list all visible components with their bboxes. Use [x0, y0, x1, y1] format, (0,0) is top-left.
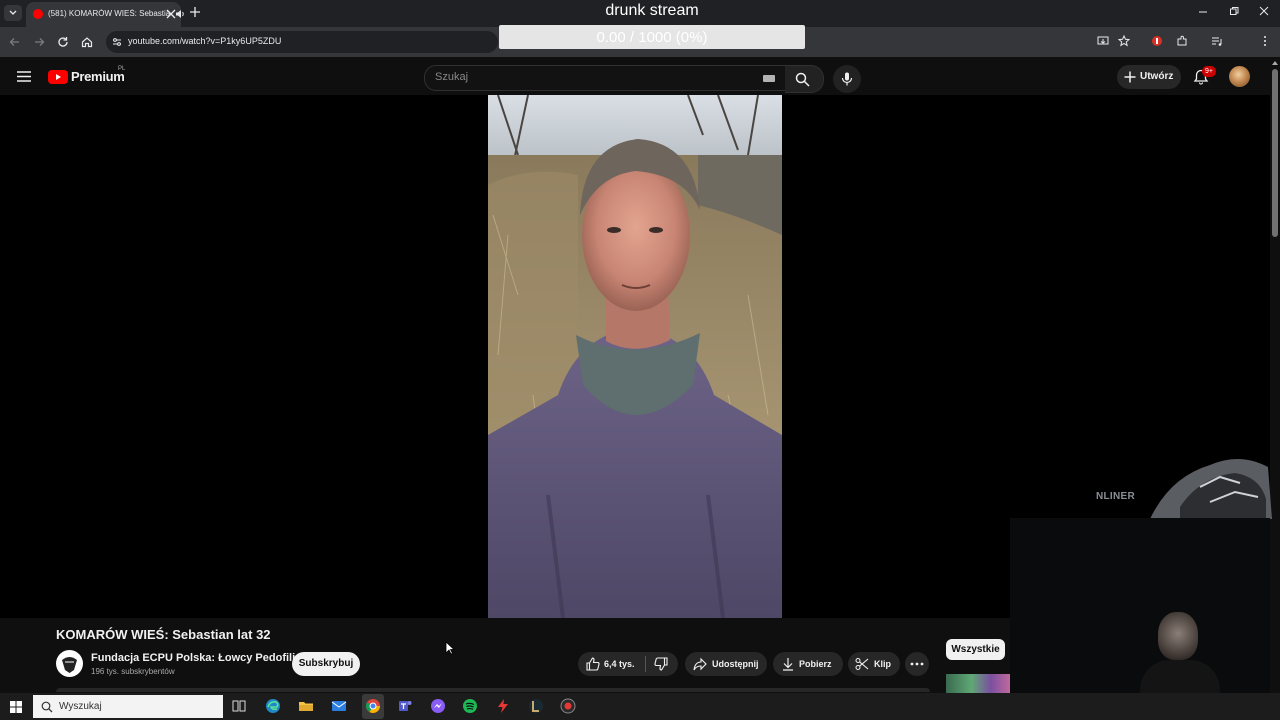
donation-progress-bar: 0.00 / 1000 (0%): [499, 25, 805, 49]
hamburger-menu-icon[interactable]: [17, 71, 31, 82]
like-dislike-group: 6,4 tys.: [578, 652, 678, 676]
scissors-icon: [855, 658, 869, 670]
description-box[interactable]: [56, 688, 930, 692]
extensions-puzzle-icon[interactable]: [1176, 35, 1188, 47]
webcam-person-face: [1158, 612, 1198, 660]
video-title: KOMARÓW WIEŚ: Sebastian lat 32: [56, 627, 271, 642]
edge-icon[interactable]: [265, 698, 281, 714]
channel-name[interactable]: Fundacja ECPU Polska: Łowcy Pedofili: [91, 652, 295, 664]
messenger-icon[interactable]: [430, 698, 446, 714]
notification-badge: 9+: [1202, 66, 1216, 77]
search-icon: [795, 72, 810, 87]
recommended-video-thumbnail[interactable]: [946, 674, 1010, 693]
account-avatar[interactable]: [1229, 66, 1250, 87]
channel-avatar[interactable]: [56, 650, 83, 677]
mouse-cursor-icon: [445, 641, 455, 655]
subscribe-button[interactable]: Subskrybuj: [292, 652, 360, 676]
search-input[interactable]: Szukaj: [424, 65, 786, 91]
bolt-app-icon[interactable]: [495, 698, 511, 714]
youtube-premium-logo[interactable]: Premium PL: [48, 66, 126, 84]
extension-red-icon[interactable]: [1151, 35, 1163, 47]
create-label: Utwórz: [1140, 71, 1174, 82]
plus-icon: [1124, 71, 1136, 83]
create-button[interactable]: Utwórz: [1117, 65, 1181, 89]
site-info-icon[interactable]: [112, 37, 122, 47]
home-icon[interactable]: [81, 36, 93, 48]
channel-logo-icon: [57, 651, 82, 676]
logo-text: Premium: [71, 69, 125, 84]
microphone-icon: [841, 72, 853, 86]
windows-taskbar: Wyszukaj: [0, 693, 1280, 720]
mail-icon[interactable]: [331, 698, 347, 714]
stream-overlay-art: [1150, 458, 1272, 519]
scroll-up-arrow-icon[interactable]: [1272, 61, 1278, 65]
taskbar-search-placeholder: Wyszukaj: [59, 701, 102, 712]
league-icon[interactable]: [528, 698, 544, 714]
chrome-icon[interactable]: [365, 698, 381, 714]
game-launcher-icon[interactable]: [560, 698, 576, 714]
task-view-icon[interactable]: [231, 698, 247, 714]
clip-label: Klip: [874, 659, 891, 669]
download-icon: [783, 658, 793, 671]
like-count[interactable]: 6,4 tys.: [604, 659, 635, 669]
page-scrollbar[interactable]: [1270, 57, 1280, 690]
more-actions-button[interactable]: [905, 652, 929, 676]
voice-search-button[interactable]: [833, 65, 861, 93]
browser-tab-active[interactable]: (581) KOMARÓW WIEŚ: Sebastian lat 32: [26, 2, 184, 27]
youtube-favicon-icon: [33, 9, 43, 19]
scrollbar-thumb[interactable]: [1272, 69, 1278, 237]
windows-start-icon[interactable]: [10, 701, 22, 713]
search-button[interactable]: [785, 65, 824, 93]
tab-title: (581) KOMARÓW WIEŚ: Sebastian lat 32: [48, 9, 170, 18]
media-controls-icon[interactable]: [1211, 35, 1223, 47]
install-app-icon[interactable]: [1097, 35, 1109, 47]
share-arrow-icon: [693, 657, 707, 671]
more-horiz-icon: [910, 662, 924, 666]
country-code: PL: [118, 66, 126, 72]
forward-arrow-icon[interactable]: [33, 36, 45, 48]
spotify-icon[interactable]: [462, 698, 478, 714]
youtube-masthead: Premium PL Szukaj Utwórz 9+: [0, 57, 1270, 95]
like-thumb-up-icon[interactable]: [586, 657, 600, 671]
dislike-thumb-down-icon[interactable]: [654, 657, 668, 671]
chevron-down-icon: [9, 10, 17, 15]
donation-progress-text: 0.00 / 1000 (0%): [596, 29, 708, 46]
channel-subscriber-count: 196 tys. subskrybentów: [91, 667, 175, 676]
chip-all-filter[interactable]: Wszystkie: [946, 639, 1005, 660]
taskbar-search-icon: [41, 701, 53, 713]
stream-overlay-side-text: NLINER: [1096, 491, 1136, 502]
video-frame[interactable]: [488, 95, 782, 618]
file-explorer-icon[interactable]: [298, 698, 314, 714]
like-divider: [645, 656, 646, 672]
close-tab-icon[interactable]: [164, 7, 178, 21]
new-tab-plus-icon[interactable]: [189, 6, 201, 18]
youtube-play-logo-icon: [48, 69, 68, 84]
clip-button[interactable]: Klip: [848, 652, 900, 676]
window-close-icon[interactable]: [1259, 6, 1269, 16]
reload-icon[interactable]: [57, 36, 69, 48]
taskbar-search-input[interactable]: Wyszukaj: [33, 695, 223, 718]
download-label: Pobierz: [799, 659, 832, 669]
address-bar[interactable]: youtube.com/watch?v=P1ky6UP5ZDU: [106, 31, 498, 53]
back-arrow-icon[interactable]: [9, 36, 21, 48]
search-placeholder: Szukaj: [435, 71, 469, 83]
webcam-overlay: [1010, 518, 1270, 693]
teams-icon[interactable]: [397, 698, 413, 714]
video-still-image: [488, 95, 782, 618]
download-button[interactable]: Pobierz: [773, 652, 843, 676]
restore-icon[interactable]: [1229, 6, 1239, 16]
share-button[interactable]: Udostępnij: [685, 652, 767, 676]
share-label: Udostępnij: [712, 659, 759, 669]
keyboard-icon[interactable]: [763, 75, 775, 82]
more-vert-icon[interactable]: [1259, 35, 1271, 47]
stream-overlay-title: drunk stream: [605, 2, 699, 19]
url-text: youtube.com/watch?v=P1ky6UP5ZDU: [128, 36, 282, 46]
tab-search-button[interactable]: [4, 5, 22, 21]
bookmark-star-icon[interactable]: [1118, 35, 1130, 47]
minimize-icon[interactable]: [1198, 6, 1208, 16]
